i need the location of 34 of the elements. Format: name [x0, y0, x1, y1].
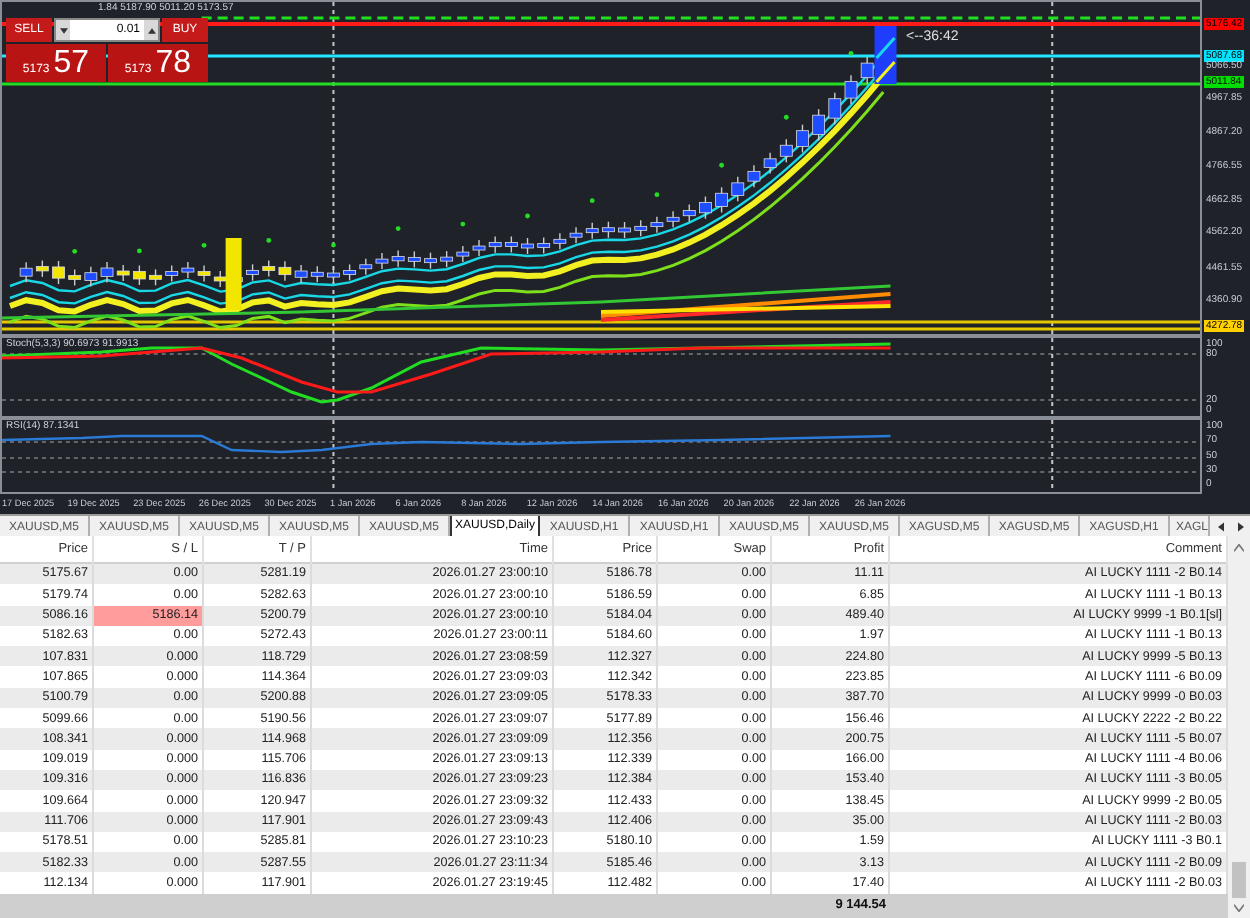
sar-dot: [783, 114, 789, 120]
candlestick: [699, 195, 712, 220]
candlestick: [149, 268, 162, 286]
candlestick: [246, 263, 259, 282]
sar-dot: [525, 213, 530, 219]
sar-dot: [331, 242, 336, 248]
sar-dot: [654, 192, 660, 198]
scroll-down-icon[interactable]: [1234, 904, 1244, 912]
sar-dot: [460, 221, 466, 227]
scroll-up-icon[interactable]: [1234, 544, 1244, 552]
caret-up-icon[interactable]: [147, 27, 155, 33]
sar-dot: [719, 162, 724, 168]
sar-dot: [136, 248, 142, 254]
sar-dot: [201, 242, 207, 248]
candlestick: [343, 263, 356, 282]
sar-dot: [395, 226, 401, 231]
sar-dot: [589, 198, 595, 204]
sar-dot: [266, 238, 272, 243]
current-candlestick: [874, 26, 897, 84]
candlestick: [424, 251, 437, 270]
scroll-right-icon[interactable]: [1237, 522, 1243, 532]
candlestick: [618, 221, 631, 239]
sar-dot: [72, 248, 78, 254]
candlestick: [521, 237, 534, 255]
candlestick: [52, 260, 65, 285]
scroll-thumb[interactable]: [1232, 862, 1246, 898]
candlestick: [602, 221, 615, 239]
sar-dot: [848, 50, 854, 56]
scroll-left-icon[interactable]: [1217, 522, 1223, 532]
candlestick: [715, 186, 728, 214]
candlestick: [796, 124, 809, 154]
scrollbar[interactable]: [1228, 536, 1250, 918]
caret-down-icon[interactable]: [59, 27, 67, 33]
candlestick: [133, 264, 146, 286]
